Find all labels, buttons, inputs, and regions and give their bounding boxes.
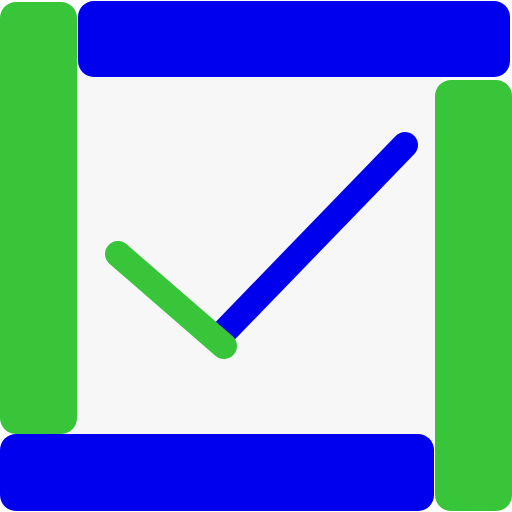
checkmark-logo-icon xyxy=(0,1,512,511)
frame-left-bar xyxy=(0,2,77,434)
frame-right-bar xyxy=(435,80,512,511)
frame-top-bar xyxy=(78,1,510,77)
frame-bottom-bar xyxy=(0,434,434,511)
app-logo xyxy=(0,0,512,512)
